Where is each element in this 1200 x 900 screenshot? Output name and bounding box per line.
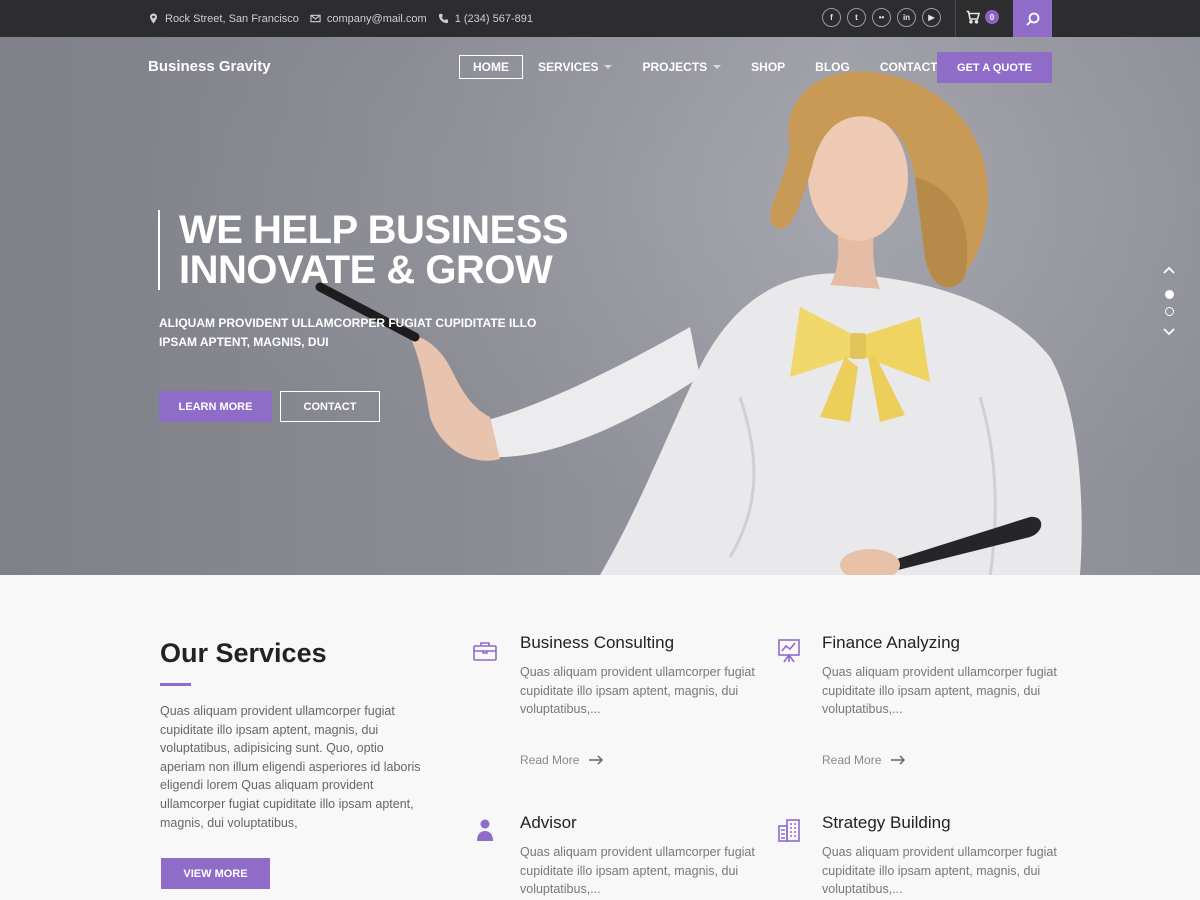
- social-links: f t •• in ▶: [822, 8, 941, 27]
- contact-button[interactable]: CONTACT: [280, 391, 380, 422]
- nav-home[interactable]: HOME: [459, 55, 523, 79]
- service-text: Quas aliquam provident ullamcorper fugia…: [822, 845, 1057, 897]
- service-finance-analyzing: Finance Analyzing Quas aliquam provident…: [778, 633, 1062, 767]
- email-item[interactable]: company@mail.com: [310, 13, 427, 25]
- service-title[interactable]: Strategy Building: [822, 813, 1062, 833]
- hero-heading-line-1: WE HELP BUSINESS: [179, 208, 569, 252]
- service-title[interactable]: Finance Analyzing: [822, 633, 1062, 653]
- learn-more-button[interactable]: LEARN MORE: [159, 391, 272, 422]
- top-bar: Rock Street, San Francisco company@mail.…: [0, 0, 1200, 37]
- chevron-down-icon: [604, 65, 613, 69]
- phone-text[interactable]: 1 (234) 567-891: [455, 13, 533, 25]
- flickr-icon[interactable]: ••: [872, 8, 891, 27]
- title-underline: [160, 683, 191, 686]
- chart-board-icon: [776, 637, 802, 663]
- hero-heading: WE HELP BUSINESS INNOVATE & GROW: [158, 208, 569, 292]
- linkedin-icon[interactable]: in: [897, 8, 916, 27]
- service-text: Quas aliquam provident ullamcorper fugia…: [822, 665, 1057, 717]
- building-icon: [776, 817, 802, 843]
- hero-subtitle: ALIQUAM PROVIDENT ULLAMCORPER FUGIAT CUP…: [159, 316, 537, 349]
- slider-prev-button[interactable]: [1161, 266, 1177, 278]
- envelope-icon: [310, 14, 321, 23]
- location-pin-icon: [150, 13, 157, 24]
- read-more-link[interactable]: Read More: [822, 753, 1062, 767]
- slider-next-button[interactable]: [1161, 328, 1177, 340]
- topbar-divider: [955, 0, 956, 37]
- nav-blog[interactable]: BLOG: [800, 55, 865, 79]
- search-button[interactable]: [1013, 0, 1052, 37]
- email-text[interactable]: company@mail.com: [327, 13, 427, 25]
- service-text: Quas aliquam provident ullamcorper fugia…: [520, 665, 755, 717]
- hero-heading-line-2: INNOVATE & GROW: [179, 248, 553, 292]
- slider-navigation: [1161, 266, 1177, 340]
- contact-info: Rock Street, San Francisco company@mail.…: [148, 0, 533, 37]
- service-business-consulting: Business Consulting Quas aliquam provide…: [473, 633, 760, 767]
- briefcase-icon: [472, 639, 498, 665]
- cart-count-badge: 0: [985, 10, 999, 24]
- cart-button[interactable]: 0: [966, 10, 999, 24]
- service-advisor: Advisor Quas aliquam provident ullamcorp…: [477, 813, 760, 899]
- chevron-up-icon: [1163, 266, 1175, 274]
- services-description: Quas aliquam provident ullamcorper fugia…: [160, 704, 421, 830]
- service-title[interactable]: Advisor: [520, 813, 760, 833]
- arrow-right-icon: [891, 755, 906, 765]
- view-more-button[interactable]: VIEW MORE: [161, 858, 270, 889]
- phone-item[interactable]: 1 (234) 567-891: [438, 13, 533, 25]
- nav-projects[interactable]: PROJECTS: [627, 55, 736, 79]
- get-quote-button[interactable]: GET A QUOTE: [937, 52, 1052, 83]
- facebook-icon[interactable]: f: [822, 8, 841, 27]
- address-text: Rock Street, San Francisco: [165, 12, 299, 25]
- twitter-icon[interactable]: t: [847, 8, 866, 27]
- service-strategy-building: Strategy Building Quas aliquam provident…: [778, 813, 1062, 899]
- chevron-down-icon: [713, 65, 722, 69]
- read-more-link[interactable]: Read More: [520, 753, 760, 767]
- nav-shop[interactable]: SHOP: [736, 55, 800, 79]
- chevron-down-icon: [1163, 328, 1175, 336]
- slider-dot-1[interactable]: [1164, 290, 1174, 299]
- slider-dot-2[interactable]: [1164, 307, 1174, 316]
- person-icon: [472, 817, 498, 843]
- youtube-icon[interactable]: ▶: [922, 8, 941, 27]
- services-title: Our Services: [160, 638, 327, 668]
- hero-woman-image: [315, 71, 1082, 575]
- site-brand[interactable]: Business Gravity: [148, 58, 271, 75]
- arrow-right-icon: [589, 755, 604, 765]
- nav-services[interactable]: SERVICES: [523, 55, 627, 79]
- main-nav: HOME SERVICES PROJECTS SHOP BLOG CONTACT: [459, 55, 953, 79]
- service-text: Quas aliquam provident ullamcorper fugia…: [520, 845, 755, 897]
- cart-icon: [966, 10, 980, 24]
- phone-icon: [438, 13, 448, 24]
- hero-banner: Business Gravity HOME SERVICES PROJECTS …: [0, 37, 1200, 575]
- search-icon: [1025, 12, 1039, 26]
- address-item: Rock Street, San Francisco: [148, 13, 299, 25]
- service-title[interactable]: Business Consulting: [520, 633, 760, 653]
